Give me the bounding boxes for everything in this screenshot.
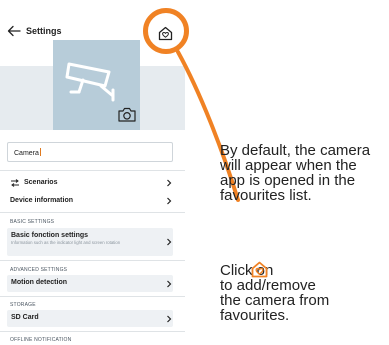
divider bbox=[0, 212, 185, 213]
annotation-line: favourites list. bbox=[220, 187, 312, 204]
camera-name-input[interactable]: Camera bbox=[7, 142, 173, 162]
annotation-line: the camera from bbox=[220, 292, 330, 309]
chevron-right-icon bbox=[167, 197, 172, 205]
camera-name-value: Camera bbox=[14, 148, 41, 157]
annotation-line: favourites. bbox=[220, 307, 290, 324]
page-title: Settings bbox=[26, 26, 62, 36]
section-heading-storage: STORAGE bbox=[10, 302, 36, 308]
item-title: SD Card bbox=[11, 314, 39, 321]
sd-card-item[interactable]: SD Card bbox=[7, 310, 173, 327]
item-title: Motion detection bbox=[11, 279, 67, 286]
item-subtitle: Information such as the indicator light … bbox=[11, 240, 121, 245]
annotation-line: app is opened in the bbox=[220, 172, 356, 189]
chevron-right-icon bbox=[167, 280, 172, 288]
item-title: Basic fonction settings bbox=[11, 232, 89, 239]
camera-preview bbox=[53, 40, 140, 130]
divider bbox=[0, 331, 185, 332]
highlight-ring bbox=[143, 8, 189, 54]
section-heading-basic: BASIC SETTINGS bbox=[10, 219, 55, 225]
chevron-right-icon bbox=[167, 238, 172, 246]
motion-detection-item[interactable]: Motion detection bbox=[7, 275, 173, 292]
favourite-house-heart-icon bbox=[251, 261, 268, 278]
divider bbox=[0, 260, 185, 261]
camera-photo-icon[interactable] bbox=[118, 107, 136, 122]
section-heading-advanced: ADVANCED SETTINGS bbox=[10, 267, 68, 273]
annotation-line: to add/remove bbox=[220, 277, 316, 294]
security-camera-icon bbox=[65, 62, 115, 102]
section-heading-offline: OFFLINE NOTIFICATION bbox=[10, 337, 72, 343]
chevron-right-icon bbox=[167, 315, 172, 323]
divider bbox=[0, 170, 185, 171]
annotation-line: will appear when the bbox=[220, 157, 357, 174]
basic-settings-item[interactable]: Basic fonction settings Information such… bbox=[7, 228, 173, 256]
divider bbox=[0, 296, 185, 297]
back-arrow-icon[interactable] bbox=[7, 24, 21, 38]
text-caret bbox=[39, 148, 41, 156]
annotation-line: By default, the camera bbox=[220, 142, 371, 159]
menu-item-label: Scenarios bbox=[24, 179, 58, 186]
menu-item-device-information[interactable]: Device information bbox=[0, 194, 185, 208]
scenarios-icon bbox=[11, 179, 19, 187]
menu-item-scenarios[interactable]: Scenarios bbox=[0, 176, 185, 190]
menu-item-label: Device information bbox=[10, 197, 74, 204]
chevron-right-icon bbox=[167, 179, 172, 187]
